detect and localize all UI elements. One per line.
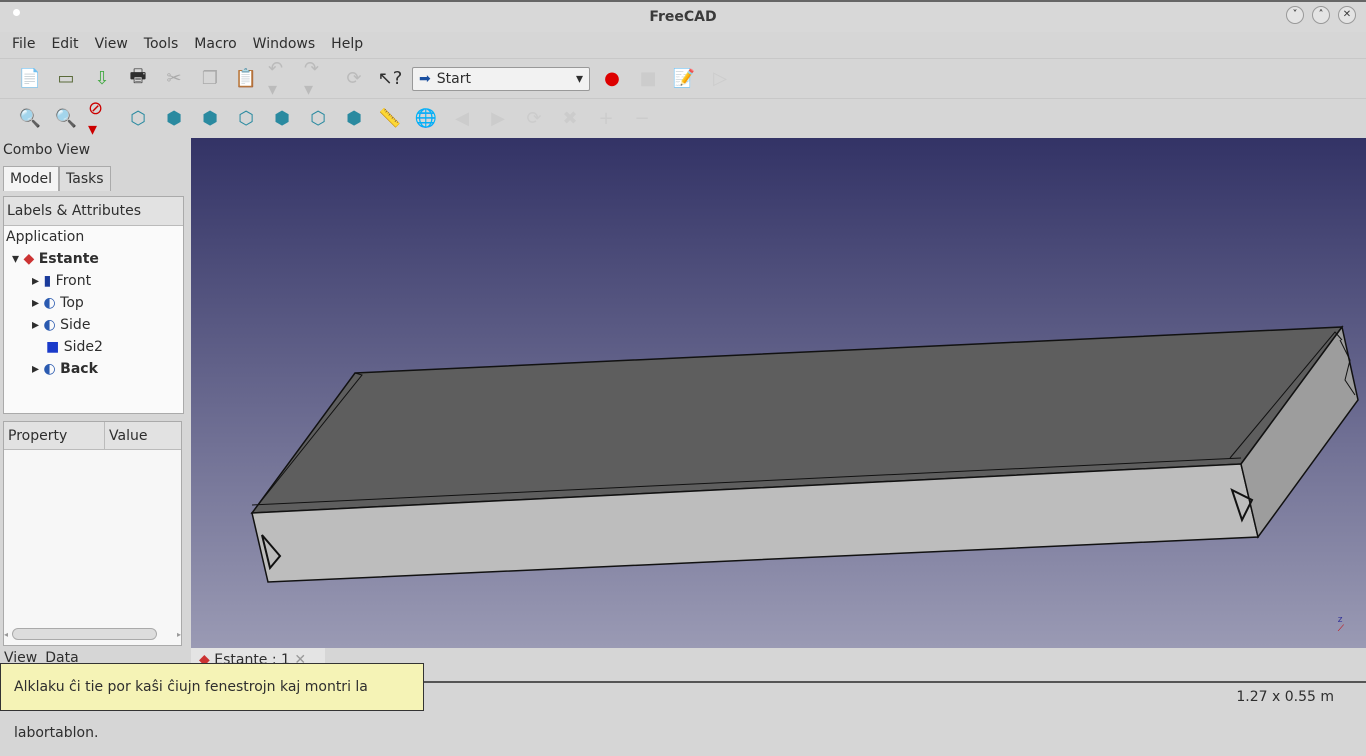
undo-icon[interactable]: ↶ ▾	[268, 58, 296, 100]
menu-view[interactable]: View	[87, 32, 136, 58]
tree-item[interactable]: ▸ ◐ Back	[4, 358, 183, 380]
menu-edit[interactable]: Edit	[43, 32, 86, 58]
new-file-icon[interactable]: 📄	[16, 65, 44, 93]
tree-root[interactable]: Application	[4, 226, 183, 248]
whats-this-icon[interactable]: ↖?	[376, 65, 404, 93]
web-icon[interactable]: 🌐	[412, 105, 440, 133]
value-column-header[interactable]: Value	[105, 422, 147, 449]
menu-tools[interactable]: Tools	[136, 32, 187, 58]
chevron-down-icon: ▾	[575, 70, 583, 87]
property-column-header[interactable]: Property	[4, 422, 105, 449]
combo-view-title: Combo View	[3, 142, 91, 158]
combo-view: Combo View Model Tasks Labels & Attribute…	[0, 138, 190, 678]
reload-icon[interactable]: ⟳	[520, 105, 548, 133]
left-view-icon[interactable]: ⬢	[340, 105, 368, 133]
title-bar: FreeCAD ˅ ˄ ✕	[0, 0, 1366, 32]
tree-header: Labels & Attributes	[7, 203, 141, 219]
window-title: FreeCAD	[649, 9, 717, 25]
zoom-in-icon[interactable]: +	[592, 105, 620, 133]
right-view-icon[interactable]: ⬡	[232, 105, 260, 133]
refresh-icon[interactable]: ⟳	[340, 65, 368, 93]
workbench-label: Start	[436, 70, 471, 87]
tree-item[interactable]: ▸ ▮ Front	[4, 270, 183, 292]
tooltip: Alklaku ĉi tie por kaŝi ĉiujn fenestrojn…	[0, 663, 424, 741]
stop-macro-icon[interactable]: ■	[634, 65, 662, 93]
fit-selection-icon[interactable]: 🔍	[52, 105, 80, 133]
save-icon[interactable]: ⇩	[88, 65, 116, 93]
front-view-icon[interactable]: ⬢	[160, 105, 188, 133]
dimensions-readout: 1.27 x 0.55 m	[1236, 689, 1334, 705]
redo-icon[interactable]: ↷ ▾	[304, 58, 332, 100]
draw-style-icon[interactable]: ⊘ ▾	[88, 98, 116, 140]
rear-view-icon[interactable]: ⬢	[268, 105, 296, 133]
menu-macro[interactable]: Macro	[186, 32, 244, 58]
horizontal-scrollbar[interactable]: ◂ ▸	[4, 627, 181, 641]
copy-icon[interactable]: ❐	[196, 65, 224, 93]
isometric-view-icon[interactable]: ⬡	[124, 105, 152, 133]
bottom-view-icon[interactable]: ⬡	[304, 105, 332, 133]
top-view-icon[interactable]: ⬢	[196, 105, 224, 133]
print-icon[interactable]: 🖶	[124, 65, 152, 93]
menu-file[interactable]: File	[4, 32, 43, 58]
model-shelf	[250, 325, 1359, 583]
open-icon[interactable]: ▭	[52, 65, 80, 93]
cut-icon[interactable]: ✂	[160, 65, 188, 93]
fit-all-icon[interactable]: 🔍	[16, 105, 44, 133]
property-view: Property Value ◂ ▸	[3, 421, 182, 646]
tree-item[interactable]: ▸ ◐ Side	[4, 314, 183, 336]
maximize-button[interactable]: ˄	[1312, 6, 1330, 24]
close-button[interactable]: ✕	[1338, 6, 1356, 24]
menu-bar: File Edit View Tools Macro Windows Help	[0, 32, 1366, 58]
minimize-button[interactable]: ˅	[1286, 6, 1304, 24]
record-macro-icon[interactable]: ●	[598, 65, 626, 93]
menu-help[interactable]: Help	[323, 32, 371, 58]
measure-icon[interactable]: 📏	[376, 105, 404, 133]
menu-windows[interactable]: Windows	[245, 32, 324, 58]
model-tree: Labels & Attributes Application ▾ ◆ Esta…	[3, 196, 184, 414]
main-toolbar: 📄 ▭ ⇩ 🖶 ✂ ❐ 📋 ↶ ▾ ↷ ▾ ⟳ ↖? ➡ Start ▾ ● ■ 📝…	[0, 58, 1366, 100]
window-menu-dot[interactable]	[13, 9, 20, 16]
workbench-selector[interactable]: ➡ Start ▾	[412, 66, 590, 91]
tree-item[interactable]: ■ Side2	[4, 336, 183, 358]
view-toolbar: 🔍 🔍 ⊘ ▾ ⬡ ⬢ ⬢ ⬡ ⬢ ⬡ ⬢ 📏 🌐 ◀ ▶ ⟳ ✖ + −	[0, 98, 1366, 140]
zoom-out-icon[interactable]: −	[628, 105, 656, 133]
axis-cross-icon: z ⟋	[1337, 615, 1344, 634]
tab-model[interactable]: Model	[3, 166, 60, 191]
tree-item[interactable]: ▸ ◐ Top	[4, 292, 183, 314]
tab-tasks[interactable]: Tasks	[59, 166, 111, 191]
3d-viewport[interactable]: z ⟋	[191, 138, 1366, 648]
paste-icon[interactable]: 📋	[232, 65, 260, 93]
stop-icon[interactable]: ✖	[556, 105, 584, 133]
back-icon[interactable]: ◀	[448, 105, 476, 133]
edit-macro-icon[interactable]: 📝	[670, 65, 698, 93]
play-macro-icon[interactable]: ▷	[706, 65, 734, 93]
forward-icon[interactable]: ▶	[484, 105, 512, 133]
tree-doc[interactable]: ▾ ◆ Estante	[4, 248, 183, 270]
